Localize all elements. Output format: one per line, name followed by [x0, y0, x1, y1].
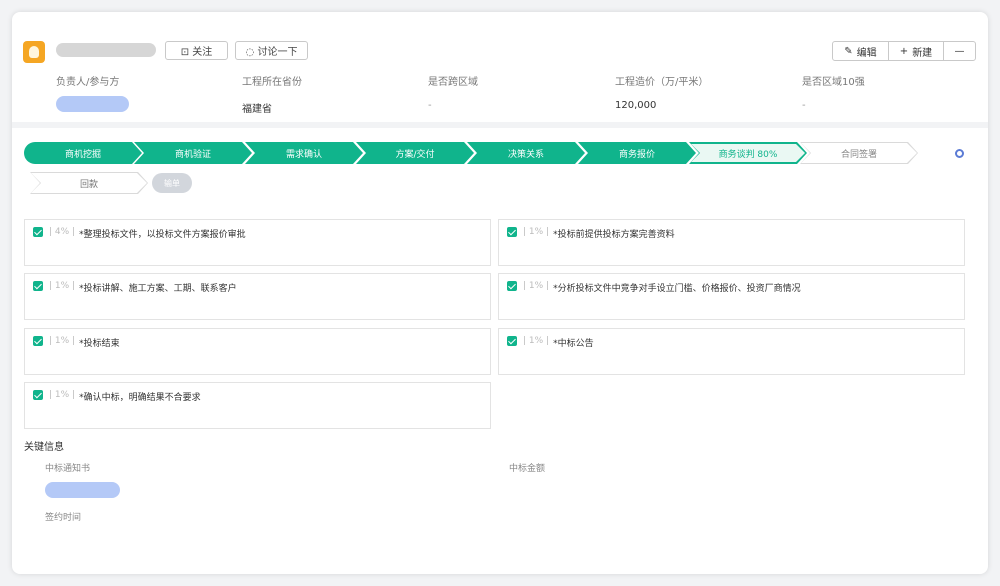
stage-label: 商务报价 [618, 149, 655, 160]
stage-step[interactable]: 需求确认 [245, 142, 363, 164]
opportunity-card: ⊡ 关注 ◌ 讨论一下 ✎ 编辑 + 新建 — 负责人/参与方 工程所在省份 福… [12, 12, 988, 574]
bid-amount-label: 中标金额 [509, 464, 546, 474]
task-text: *确认中标，明确结果不合要求 [79, 393, 201, 403]
field-owner: 负责人/参与方 [56, 73, 119, 88]
checkbox-checked-icon[interactable] [507, 227, 517, 237]
field-cross-region: 是否跨区域 - [428, 73, 478, 111]
checkbox-checked-icon[interactable] [507, 281, 517, 291]
task-percent: | 4% | [49, 227, 76, 237]
field-label: 负责人/参与方 [56, 77, 120, 88]
field-label: 工程造价（万/平米） [615, 77, 709, 88]
bid-notice-attachment[interactable] [45, 482, 120, 498]
stage-label: 商务谈判 80% [718, 149, 778, 160]
stage-label: 商机验证 [174, 149, 211, 160]
stage-step-current[interactable]: 商务谈判 80% [689, 142, 807, 164]
key-info-title: 关键信息 [24, 442, 64, 453]
stage-label: 合同签署 [840, 149, 877, 160]
stage-step[interactable]: 方案/交付 [356, 142, 474, 164]
field-value: 120,000 [615, 100, 657, 111]
task-item[interactable]: | 4% | *整理投标文件，以投标文件方案报价审批 [24, 219, 491, 266]
field-label: 是否跨区域 [428, 77, 478, 88]
plus-icon: + [899, 45, 909, 57]
task-percent: | 1% | [49, 390, 76, 400]
owner-avatar-pill[interactable] [56, 96, 129, 112]
record-name-redacted [56, 43, 156, 57]
stage-step[interactable]: 决策关系 [467, 142, 585, 164]
field-province: 工程所在省份 福建省 [242, 73, 302, 115]
checkbox-checked-icon[interactable] [507, 336, 517, 346]
field-value: 福建省 [242, 104, 272, 115]
task-text: *中标公告 [553, 339, 594, 349]
stage-step-payment[interactable]: 回款 [30, 172, 148, 194]
task-text: *整理投标文件，以投标文件方案报价审批 [79, 230, 246, 240]
task-item[interactable]: | 1% | *确认中标，明确结果不合要求 [24, 382, 491, 429]
task-item[interactable]: | 1% | *投标讲解、施工方案、工期、联系客户 [24, 273, 491, 320]
field-label: 是否区域10强 [802, 77, 865, 88]
task-percent: | 1% | [523, 227, 550, 237]
stage-step[interactable]: 合同签署 [800, 142, 918, 164]
task-percent: | 1% | [49, 336, 76, 346]
stage-step[interactable]: 商机挖掘 [24, 142, 142, 164]
follow-button[interactable]: ⊡ 关注 [165, 41, 228, 60]
sign-date-label: 签约时间 [45, 513, 82, 523]
task-item[interactable]: | 1% | *分析投标文件中竞争对手设立门槛、价格报价、投资厂商情况 [498, 273, 965, 320]
task-item[interactable]: | 1% | *投标结束 [24, 328, 491, 375]
checkbox-checked-icon[interactable] [33, 227, 43, 237]
checkbox-checked-icon[interactable] [33, 336, 43, 346]
lost-deal-button[interactable]: 输单 [152, 173, 192, 193]
task-text: *投标前提供投标方案完善资料 [553, 230, 675, 240]
stage-pipeline: 商机挖掘 商机验证 需求确认 方案/交付 决策关系 商务报价 商务谈判 80% … [24, 142, 924, 164]
stage-label: 方案/交付 [395, 149, 435, 160]
stage-step[interactable]: 商机验证 [134, 142, 252, 164]
section-divider [12, 122, 988, 128]
stage-label: 商机挖掘 [64, 149, 101, 160]
field-label: 工程所在省份 [242, 77, 302, 88]
task-percent: | 1% | [523, 281, 550, 291]
bid-notice-label: 中标通知书 [45, 464, 91, 474]
task-text: *分析投标文件中竞争对手设立门槛、价格报价、投资厂商情况 [553, 284, 801, 294]
stage-step[interactable]: 商务报价 [578, 142, 696, 164]
stage-label: 决策关系 [507, 149, 544, 160]
discuss-button[interactable]: ◌ 讨论一下 [235, 41, 308, 60]
new-button[interactable]: + 新建 [888, 41, 944, 61]
field-cost: 工程造价（万/平米） 120,000 [615, 73, 708, 111]
new-label: 新建 [912, 47, 933, 59]
checkbox-checked-icon[interactable] [33, 390, 43, 400]
task-text: *投标结束 [79, 339, 120, 349]
stage-label: 需求确认 [285, 149, 322, 160]
field-top10: 是否区域10强 - [802, 73, 865, 111]
field-value: - [428, 100, 432, 111]
task-item[interactable]: | 1% | *投标前提供投标方案完善资料 [498, 219, 965, 266]
task-item[interactable]: | 1% | *中标公告 [498, 328, 965, 375]
record-header: ⊡ 关注 ◌ 讨论一下 ✎ 编辑 + 新建 — 负责人/参与方 工程所在省份 福… [12, 12, 988, 122]
pencil-icon: ✎ [844, 45, 853, 57]
edit-button[interactable]: ✎ 编辑 [832, 41, 889, 61]
stage-label: 回款 [79, 179, 98, 190]
checkbox-checked-icon[interactable] [33, 281, 43, 291]
field-value: - [802, 100, 806, 111]
task-percent: | 1% | [49, 281, 76, 291]
edit-label: 编辑 [856, 47, 877, 59]
stage-settings-icon[interactable] [955, 149, 964, 158]
record-type-icon [23, 41, 45, 63]
more-button[interactable]: — [943, 41, 976, 61]
task-percent: | 1% | [523, 336, 550, 346]
task-text: *投标讲解、施工方案、工期、联系客户 [79, 284, 237, 294]
